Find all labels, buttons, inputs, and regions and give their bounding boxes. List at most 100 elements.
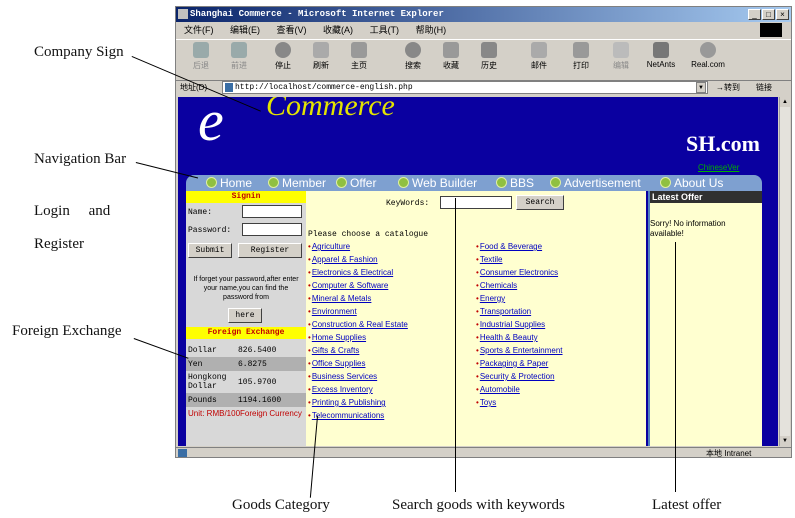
toolbar: 后退 前进 停止 刷新 主页 搜索 收藏 历史 邮件 打印 编辑 NetAnts… xyxy=(176,39,791,81)
name-label: Name: xyxy=(188,208,213,217)
category-mineral-metals[interactable]: Mineral & Metals xyxy=(308,294,372,303)
nav-member[interactable]: Member xyxy=(268,176,326,190)
category-gifts-crafts[interactable]: Gifts & Crafts xyxy=(308,346,360,355)
category-office-supplies[interactable]: Office Supplies xyxy=(308,359,366,368)
choose-catalogue-text: Please choose a catalogue xyxy=(308,230,429,239)
scroll-up-icon[interactable]: ▲ xyxy=(780,97,790,107)
menu-help[interactable]: 帮助(H) xyxy=(416,25,447,35)
links-button[interactable]: 链接 xyxy=(756,80,772,96)
annotation-register: Register xyxy=(34,236,84,252)
favorites-button[interactable]: 收藏 xyxy=(434,42,468,71)
nav-web-builder[interactable]: Web Builder xyxy=(398,176,477,190)
password-input[interactable] xyxy=(242,223,302,236)
keywords-input[interactable] xyxy=(440,196,512,209)
address-dropdown-button[interactable]: ▼ xyxy=(696,82,706,93)
address-input[interactable]: http://localhost/commerce-english.php xyxy=(222,81,708,94)
netants-button[interactable]: NetAnts xyxy=(644,42,678,69)
search-button[interactable]: Search xyxy=(516,195,564,210)
fx-currency: Hongkong Dollar xyxy=(188,373,227,391)
fx-row-pounds: Pounds 1194.1600 xyxy=(186,393,306,407)
fx-rate: 826.5400 xyxy=(238,346,277,355)
nav-offer[interactable]: Offer xyxy=(336,176,376,190)
close-button[interactable]: × xyxy=(776,9,789,20)
category-construction-real-estate[interactable]: Construction & Real Estate xyxy=(308,320,408,329)
zone-indicator: 本地 Intranet xyxy=(706,449,752,458)
real-button[interactable]: Real.com xyxy=(686,42,730,69)
go-button[interactable]: →转到 xyxy=(716,80,740,96)
menu-bar: 文件(F) 编辑(E) 查看(V) 收藏(A) 工具(T) 帮助(H) xyxy=(176,22,791,39)
category-security-protection[interactable]: Security & Protection xyxy=(476,372,555,381)
category-business-services[interactable]: Business Services xyxy=(308,372,377,381)
edit-button[interactable]: 编辑 xyxy=(604,42,638,71)
category-agriculture[interactable]: Agriculture xyxy=(308,242,350,251)
back-button[interactable]: 后退 xyxy=(184,42,218,71)
category-transportation[interactable]: Transportation xyxy=(476,307,531,316)
category-textile[interactable]: Textile xyxy=(476,255,503,264)
stop-button[interactable]: 停止 xyxy=(266,42,300,71)
minimize-button[interactable]: _ xyxy=(748,9,761,20)
nav-about-us[interactable]: About Us xyxy=(660,176,723,190)
category-electronics-electrical[interactable]: Electronics & Electrical xyxy=(308,268,393,277)
forward-button[interactable]: 前进 xyxy=(222,42,256,71)
bullet-icon xyxy=(660,177,671,188)
refresh-button[interactable]: 刷新 xyxy=(304,42,338,71)
category-printing-publishing[interactable]: Printing & Publishing xyxy=(308,398,386,407)
category-packaging-paper[interactable]: Packaging & Paper xyxy=(476,359,549,368)
leader-line-latest-offer xyxy=(675,242,676,492)
menu-favorites[interactable]: 收藏(A) xyxy=(323,25,353,35)
forgot-password-text: If forget your password,after enter your… xyxy=(193,276,299,301)
category-environment[interactable]: Environment xyxy=(308,307,357,316)
menu-view[interactable]: 查看(V) xyxy=(277,25,307,35)
fx-currency: Pounds xyxy=(188,396,217,405)
page-icon xyxy=(225,83,233,92)
navigation-bar: Home Member Offer Web Builder BBS Advert… xyxy=(186,175,762,191)
fx-unit-note: Unit: RMB/100Foreign Currency xyxy=(188,409,302,418)
scroll-down-icon[interactable]: ▼ xyxy=(780,436,790,446)
search-button[interactable]: 搜索 xyxy=(396,42,430,71)
status-bar: 本地 Intranet xyxy=(176,447,791,459)
category-sports-entertainment[interactable]: Sports & Entertainment xyxy=(476,346,563,355)
back-arrow-icon xyxy=(193,42,209,58)
category-health-beauty[interactable]: Health & Beauty xyxy=(476,333,538,342)
chinese-version-link[interactable]: ChineseVer xyxy=(698,163,739,172)
maximize-button[interactable]: □ xyxy=(762,9,775,20)
category-consumer-electronics[interactable]: Consumer Electronics xyxy=(476,268,558,277)
latest-offer-title: Latest Offer xyxy=(650,191,762,203)
forward-arrow-icon xyxy=(231,42,247,58)
category-toys[interactable]: Toys xyxy=(476,398,496,407)
menu-file[interactable]: 文件(F) xyxy=(184,25,214,35)
category-food-beverage[interactable]: Food & Beverage xyxy=(476,242,542,251)
mail-button[interactable]: 邮件 xyxy=(522,42,556,71)
category-apparel-fashion[interactable]: Apparel & Fashion xyxy=(308,255,378,264)
here-button[interactable]: here xyxy=(228,308,262,323)
category-chemicals[interactable]: Chemicals xyxy=(476,281,517,290)
stop-icon xyxy=(275,42,291,58)
fx-row-hongkong-dollar: Hongkong Dollar 105.9700 xyxy=(186,371,306,393)
category-industrial-supplies[interactable]: Industrial Supplies xyxy=(476,320,545,329)
annotation-search-goods: Search goods with keywords xyxy=(392,497,565,513)
nav-advertisement[interactable]: Advertisement xyxy=(550,176,641,190)
category-telecommunications[interactable]: Telecommunications xyxy=(308,411,384,420)
address-bar: 地址(D) http://localhost/commerce-english.… xyxy=(176,80,791,96)
annotation-goods-category: Goods Category xyxy=(232,497,330,513)
category-automobile[interactable]: Automobile xyxy=(476,385,520,394)
menu-tools[interactable]: 工具(T) xyxy=(370,25,400,35)
menu-edit[interactable]: 编辑(E) xyxy=(230,25,260,35)
nav-home[interactable]: Home xyxy=(206,176,252,190)
print-button[interactable]: 打印 xyxy=(564,42,598,71)
home-button[interactable]: 主页 xyxy=(342,42,376,71)
vertical-scrollbar[interactable]: ▲ ▼ xyxy=(779,97,790,446)
category-home-supplies[interactable]: Home Supplies xyxy=(308,333,366,342)
nav-bbs[interactable]: BBS xyxy=(496,176,534,190)
register-button[interactable]: Register xyxy=(238,243,302,258)
bullet-icon xyxy=(398,177,409,188)
history-button[interactable]: 历史 xyxy=(472,42,506,71)
category-energy[interactable]: Energy xyxy=(476,294,505,303)
fx-currency: Yen xyxy=(188,360,203,369)
submit-button[interactable]: Submit xyxy=(188,243,232,258)
name-input[interactable] xyxy=(242,205,302,218)
category-excess-inventory[interactable]: Excess Inventory xyxy=(308,385,373,394)
edit-icon xyxy=(613,42,629,58)
category-computer-software[interactable]: Computer & Software xyxy=(308,281,388,290)
window-title: Shanghai Commerce - Microsoft Internet E… xyxy=(190,9,444,19)
